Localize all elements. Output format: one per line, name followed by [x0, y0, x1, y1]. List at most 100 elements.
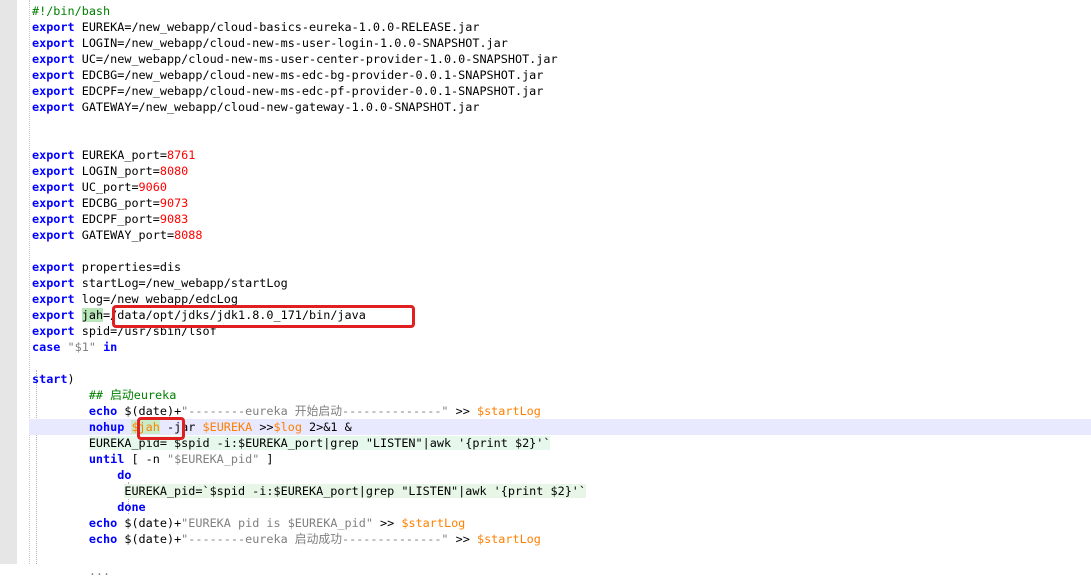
code-line[interactable]: export properties=dis: [32, 259, 1091, 275]
code-line[interactable]: export EUREKA_port=8761: [32, 147, 1091, 163]
code-token: EDCPF=/new_webapp/cloud-new-ms-edc-pf-pr…: [74, 84, 544, 98]
code-line[interactable]: EUREKA_pid=`$spid -i:$EUREKA_port|grep "…: [32, 483, 1091, 499]
code-token: UC=/new_webapp/cloud-new-ms-user-center-…: [74, 52, 558, 66]
code-line[interactable]: export startLog=/new_webapp/startLog: [32, 275, 1091, 291]
code-token: LOGIN=/new_webapp/cloud-new-ms-user-logi…: [74, 36, 508, 50]
code-line[interactable]: export UC=/new_webapp/cloud-new-ms-user-…: [32, 51, 1091, 67]
code-line[interactable]: export EDCPF_port=9083: [32, 211, 1091, 227]
code-token: $EUREKA: [202, 420, 253, 434]
code-token: start: [32, 372, 68, 386]
code-token: "$1": [67, 340, 96, 354]
code-token: $(date)+: [117, 404, 182, 418]
code-line[interactable]: ## 启动eureka: [32, 387, 1091, 403]
code-token: EUREKA=/new_webapp/cloud-basics-eureka-1…: [74, 20, 480, 34]
code-line[interactable]: do: [32, 467, 1091, 483]
code-token: LOGIN_port=: [74, 164, 160, 178]
code-token: "--------eureka 开始启动--------------": [181, 404, 449, 418]
code-token: export: [32, 212, 75, 226]
code-token: "$EUREKA_pid": [166, 452, 260, 466]
code-token: ): [67, 372, 75, 386]
code-token: ## 启动eureka: [88, 388, 177, 402]
code-line[interactable]: export EDCBG_port=9073: [32, 195, 1091, 211]
code-line[interactable]: export EDCBG=/new_webapp/cloud-new-ms-ed…: [32, 67, 1091, 83]
code-token: export: [32, 228, 75, 242]
fold-margin[interactable]: [17, 0, 30, 564]
code-token: EDCBG=/new_webapp/cloud-new-ms-edc-bg-pr…: [74, 68, 544, 82]
code-line[interactable]: export LOGIN=/new_webapp/cloud-new-ms-us…: [32, 35, 1091, 51]
code-token: properties=dis: [74, 260, 182, 274]
code-editor[interactable]: #!/bin/bash export EUREKA=/new_webapp/clo…: [0, 0, 1091, 578]
code-token: done: [117, 500, 146, 514]
code-token: 9060: [138, 180, 167, 194]
code-line[interactable]: [32, 131, 1091, 147]
code-token: export: [32, 276, 75, 290]
code-line[interactable]: case "$1" in: [32, 339, 1091, 355]
code-line[interactable]: export GATEWAY_port=8088: [32, 227, 1091, 243]
code-token: ...: [88, 564, 111, 578]
code-token: log=/new_webapp/edcLog: [74, 292, 238, 306]
code-line[interactable]: echo $(date)+"--------eureka 启动成功-------…: [32, 531, 1091, 547]
nohup-jah-highlight: [137, 417, 185, 440]
line-number-gutter[interactable]: [0, 0, 18, 564]
code-token: $startLog: [401, 516, 466, 530]
code-token: EDCPF_port=: [74, 212, 160, 226]
code-token: [ -n: [124, 452, 167, 466]
code-token: GATEWAY=/new_webapp/cloud-new-gateway-1.…: [74, 100, 480, 114]
code-line[interactable]: nohup $jah -jar $EUREKA >>$log 2>&1 &: [29, 419, 1091, 435]
code-token: EDCBG_port=: [74, 196, 160, 210]
code-token: export: [32, 84, 75, 98]
code-token: export: [32, 148, 75, 162]
code-token: >>: [372, 516, 402, 530]
code-token: export: [32, 164, 75, 178]
code-line[interactable]: export GATEWAY=/new_webapp/cloud-new-gat…: [32, 99, 1091, 115]
code-token: in: [103, 340, 118, 354]
code-line[interactable]: export LOGIN_port=8080: [32, 163, 1091, 179]
code-lines[interactable]: #!/bin/bash export EUREKA=/new_webapp/clo…: [29, 3, 1091, 579]
code-line[interactable]: EUREKA_pid=`$spid -i:$EUREKA_port|grep "…: [32, 435, 1091, 451]
code-line[interactable]: export EDCPF=/new_webapp/cloud-new-ms-ed…: [32, 83, 1091, 99]
code-token: jah: [81, 308, 104, 322]
code-token: echo: [88, 516, 118, 530]
code-token: $(date)+: [117, 516, 182, 530]
code-token: EUREKA_port=: [74, 148, 167, 162]
code-line[interactable]: [32, 547, 1091, 563]
code-token: UC_port=: [74, 180, 139, 194]
code-token: echo: [88, 404, 118, 418]
code-line[interactable]: echo $(date)+"EUREKA pid is $EUREKA_pid"…: [32, 515, 1091, 531]
code-token: EUREKA_pid=`$spid -i:$EUREKA_port|grep "…: [124, 484, 586, 498]
code-line[interactable]: ...: [32, 563, 1091, 579]
code-line[interactable]: export UC_port=9060: [32, 179, 1091, 195]
code-token: export: [32, 100, 75, 114]
code-token: export: [32, 20, 75, 34]
code-token: $(date)+: [117, 532, 182, 546]
code-line[interactable]: done: [32, 499, 1091, 515]
code-token: 9083: [159, 212, 189, 226]
code-token: >>: [448, 532, 477, 546]
code-token: "EUREKA pid is $EUREKA_pid": [181, 516, 373, 530]
code-line[interactable]: export EUREKA=/new_webapp/cloud-basics-e…: [32, 19, 1091, 35]
code-line[interactable]: echo $(date)+"--------eureka 开始启动-------…: [32, 403, 1091, 419]
code-token: echo: [88, 532, 118, 546]
code-line[interactable]: until [ -n "$EUREKA_pid" ]: [32, 451, 1091, 467]
code-token: export: [32, 36, 75, 50]
code-token: nohup: [88, 420, 125, 434]
code-token: do: [117, 468, 132, 482]
code-line[interactable]: [32, 355, 1091, 371]
code-line[interactable]: #!/bin/bash: [32, 3, 1091, 19]
code-token: >>: [448, 404, 477, 418]
code-token: 8088: [174, 228, 203, 242]
code-line[interactable]: [32, 243, 1091, 259]
code-token: 8761: [166, 148, 196, 162]
code-line[interactable]: [32, 115, 1091, 131]
code-token: export: [32, 292, 75, 306]
code-line[interactable]: start): [32, 371, 1091, 387]
